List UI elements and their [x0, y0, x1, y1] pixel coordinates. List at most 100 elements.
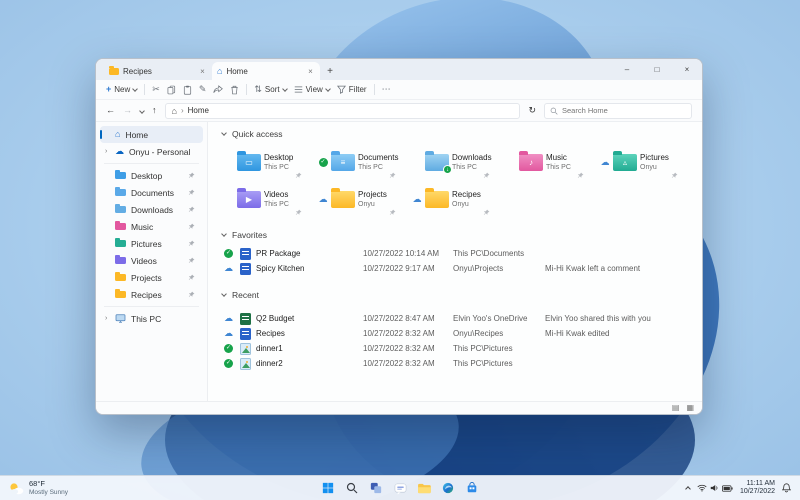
onedrive-cloud-icon: ☁	[115, 146, 124, 156]
file-row-dinner1[interactable]: ✓ dinner1 10/27/2022 8:32 AM This PC\Pic…	[222, 341, 694, 356]
chat-button[interactable]	[392, 480, 408, 496]
music-folder-icon: ♪	[519, 151, 543, 171]
recent-locations-icon[interactable]	[139, 107, 145, 114]
tile-documents[interactable]: ✓ ≡ Documents This PC	[316, 144, 410, 181]
breadcrumb[interactable]: ⌂ › Home	[164, 102, 521, 119]
cut-icon[interactable]: ✂	[152, 85, 160, 94]
quick-access-grid: ▭ Desktop This PC ✓ ≡ Documents This PC ↓ …	[222, 144, 694, 218]
forward-icon[interactable]: →	[123, 106, 132, 115]
maximize-button[interactable]: □	[642, 59, 672, 80]
tab-recipes[interactable]: Recipes ×	[104, 62, 212, 80]
pin-icon	[188, 172, 195, 179]
close-tab-icon[interactable]: ×	[198, 67, 207, 76]
tile-music[interactable]: ♪ Music This PC	[504, 144, 598, 181]
pictures-folder-icon: ▵	[613, 151, 637, 171]
store-button[interactable]	[464, 480, 480, 496]
documents-folder-icon	[115, 187, 126, 196]
back-icon[interactable]: ←	[106, 106, 115, 115]
minimize-button[interactable]: –	[612, 59, 642, 80]
file-row-dinner2[interactable]: ✓ dinner2 10/27/2022 8:32 AM This PC\Pic…	[222, 356, 694, 371]
divider	[104, 163, 199, 164]
up-icon[interactable]: ↑	[152, 106, 157, 115]
sort-button[interactable]: ⇅ Sort	[254, 85, 288, 94]
view-button[interactable]: View	[294, 85, 331, 94]
file-row-spicy-kitchen[interactable]: ☁ Spicy Kitchen 10/27/2022 9:17 AM Onyu\…	[222, 261, 694, 276]
section-favorites[interactable]: Favorites	[221, 228, 694, 242]
file-row-recipes[interactable]: ☁ Recipes 10/27/2022 8:32 AM Onyu\Recipe…	[222, 326, 694, 341]
weather-widget[interactable]: 68°F Mostly Sunny	[0, 476, 77, 500]
task-view-button[interactable]	[368, 480, 384, 496]
close-tab-icon[interactable]: ×	[306, 67, 315, 76]
start-button[interactable]	[320, 480, 336, 496]
sync-status-icon: ✓	[224, 249, 233, 258]
hidden-icons-chevron-icon[interactable]	[685, 486, 691, 492]
pictures-folder-icon	[115, 238, 126, 247]
share-icon[interactable]	[213, 85, 224, 94]
sidebar-item-onedrive[interactable]: › ☁ Onyu - Personal	[100, 143, 203, 160]
tile-projects[interactable]: ☁ Projects Onyu	[316, 181, 410, 218]
tab-home[interactable]: ⌂ Home ×	[212, 62, 320, 80]
wifi-icon	[697, 484, 707, 492]
chevron-right-icon[interactable]: ›	[105, 148, 107, 155]
large-icons-view-icon[interactable]: ▦	[686, 404, 694, 412]
tile-pictures[interactable]: ☁ ▵ Pictures Onyu	[598, 144, 692, 181]
breadcrumb-item-home[interactable]: Home	[188, 106, 209, 115]
file-row-pr-package[interactable]: ✓ PR Package 10/27/2022 10:14 AM This PC…	[222, 246, 694, 261]
copy-icon[interactable]	[167, 85, 176, 95]
filter-button[interactable]: Filter	[336, 85, 367, 94]
more-icon[interactable]: ⋯	[382, 85, 391, 94]
taskbar-clock[interactable]: 11:11 AM 10/27/2022	[740, 480, 775, 497]
command-bar: + New ✂ ✎ ⇅ Sort View Filter ⋯	[96, 80, 702, 100]
sidebar-item-documents[interactable]: Documents	[100, 184, 203, 201]
new-button[interactable]: + New	[106, 85, 139, 94]
tile-desktop[interactable]: ▭ Desktop This PC	[222, 144, 316, 181]
search-box[interactable]	[544, 102, 692, 119]
edge-button[interactable]	[440, 480, 456, 496]
cloud-status-icon: ☁	[412, 194, 422, 204]
sidebar-item-videos[interactable]: Videos	[100, 252, 203, 269]
downloads-folder-icon	[115, 204, 126, 213]
home-icon: ⌂	[171, 105, 177, 116]
notification-bell-icon[interactable]	[782, 483, 791, 493]
rename-icon[interactable]: ✎	[199, 85, 207, 94]
tile-downloads[interactable]: ↓ Downloads This PC	[410, 144, 504, 181]
file-row-q2-budget[interactable]: ☁ Q2 Budget 10/27/2022 8:47 AM Elvin Yoo…	[222, 311, 694, 326]
system-tray: 11:11 AM 10/27/2022	[685, 476, 800, 500]
pin-icon	[188, 274, 195, 281]
date: 10/27/2022	[739, 488, 775, 495]
search-input[interactable]	[562, 106, 686, 115]
quick-settings-button[interactable]	[697, 484, 733, 492]
search-button[interactable]	[344, 480, 360, 496]
sidebar-item-downloads[interactable]: Downloads	[100, 201, 203, 218]
new-tab-button[interactable]: +	[322, 63, 338, 79]
section-quick-access[interactable]: Quick access	[221, 127, 694, 141]
sidebar-item-desktop[interactable]: Desktop	[100, 167, 203, 184]
recipes-folder-icon	[425, 188, 449, 208]
filter-icon	[336, 85, 346, 94]
sidebar-item-home[interactable]: ⌂ Home	[100, 126, 203, 143]
chevron-right-icon[interactable]: ›	[105, 315, 107, 322]
image-file-icon	[240, 357, 251, 370]
section-recent[interactable]: Recent	[221, 288, 694, 302]
tile-recipes[interactable]: ☁ Recipes Onyu	[410, 181, 504, 218]
chevron-right-icon: ›	[180, 106, 184, 115]
sidebar-item-music[interactable]: Music	[100, 218, 203, 235]
sidebar-item-recipes[interactable]: Recipes	[100, 286, 203, 303]
documents-folder-icon: ≡	[331, 151, 355, 171]
close-button[interactable]: ×	[672, 59, 702, 80]
tile-videos[interactable]: ▶ Videos This PC	[222, 181, 316, 218]
sidebar-item-pictures[interactable]: Pictures	[100, 235, 203, 252]
date-modified: 10/27/2022 8:32 AM	[363, 329, 435, 338]
date-modified: 10/27/2022 8:32 AM	[363, 344, 435, 353]
paste-icon[interactable]	[183, 85, 192, 95]
this-pc-icon	[115, 314, 126, 323]
file-explorer-button[interactable]	[416, 480, 432, 496]
sidebar-item-this-pc[interactable]: › This PC	[100, 310, 203, 327]
sidebar-item-projects[interactable]: Projects	[100, 269, 203, 286]
delete-icon[interactable]	[230, 85, 239, 95]
cloud-status-icon: ☁	[318, 194, 328, 204]
refresh-icon[interactable]: ↻	[528, 106, 536, 115]
details-view-icon[interactable]: ▤	[672, 404, 680, 412]
file-location: Elvin Yoo's OneDrive	[453, 314, 528, 323]
chevron-down-icon	[132, 85, 139, 92]
